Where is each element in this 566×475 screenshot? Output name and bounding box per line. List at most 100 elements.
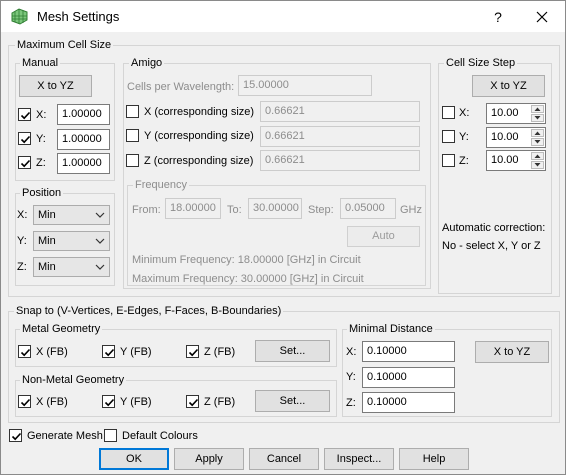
min-dist-x-label: X:	[346, 346, 357, 358]
manual-x-input[interactable]: 1.00000	[57, 104, 110, 125]
spin-up-icon[interactable]	[531, 105, 544, 113]
from-label: From:	[132, 204, 161, 216]
cells-per-wavelength-input[interactable]: 15.00000	[238, 75, 372, 96]
spin-up-icon[interactable]	[531, 152, 544, 160]
manual-x-label: X:	[36, 109, 47, 121]
metal-x-checkbox[interactable]	[18, 345, 31, 358]
auto-frequency-button[interactable]: Auto	[347, 226, 420, 247]
close-icon	[536, 11, 548, 23]
position-z-label: Z:	[17, 261, 27, 273]
to-frequency-input[interactable]: 30.00000	[248, 198, 302, 219]
title-bar: Mesh Settings ?	[1, 1, 565, 32]
metal-z-label: Z (FB)	[204, 346, 236, 358]
step-y-spinner[interactable]: 10.00	[486, 127, 546, 148]
apply-button[interactable]: Apply	[174, 448, 244, 470]
amigo-x-label: X (corresponding size)	[144, 106, 255, 118]
spinner-arrows	[531, 129, 544, 146]
spin-down-icon[interactable]	[531, 161, 544, 169]
position-x-label: X:	[17, 209, 28, 221]
chevron-down-icon	[95, 238, 105, 244]
step-z-checkbox[interactable]	[442, 154, 455, 167]
automatic-correction-text: No - select X, Y or Z	[442, 240, 541, 252]
automatic-correction-title: Automatic correction:	[442, 222, 546, 234]
cell-size-step-group	[438, 63, 552, 294]
step-z-spinner[interactable]: 10.00	[486, 150, 546, 171]
manual-y-checkbox[interactable]	[18, 132, 31, 145]
min-dist-x-to-yz-button[interactable]: X to YZ	[475, 341, 549, 363]
amigo-z-checkbox[interactable]	[126, 154, 139, 167]
maximum-frequency-text: Maximum Frequency: 30.00000 [GHz] in Cir…	[132, 273, 364, 285]
position-x-select[interactable]: Min	[33, 205, 110, 225]
minimum-frequency-text: Minimum Frequency: 18.00000 [GHz] in Cir…	[132, 254, 361, 266]
from-frequency-input[interactable]: 18.00000	[165, 198, 221, 219]
position-z-value: Min	[38, 261, 56, 273]
manual-z-input[interactable]: 1.00000	[57, 153, 110, 174]
default-colours-checkbox[interactable]	[104, 429, 117, 442]
metal-set-button[interactable]: Set...	[255, 340, 330, 362]
step-x-spinner[interactable]: 10.00	[486, 103, 546, 124]
position-y-value: Min	[38, 235, 56, 247]
amigo-y-label: Y (corresponding size)	[144, 130, 254, 142]
position-y-select[interactable]: Min	[33, 231, 110, 251]
mesh-settings-dialog: Mesh Settings ? Maximum Cell Size Manual…	[0, 0, 566, 475]
generate-mesh-label: Generate Mesh	[27, 430, 103, 442]
metal-y-checkbox[interactable]	[102, 345, 115, 358]
frequency-label: Frequency	[133, 178, 189, 192]
amigo-y-size-input[interactable]: 0.66621	[260, 126, 420, 147]
cell-size-step-label: Cell Size Step	[444, 56, 518, 70]
cancel-button[interactable]: Cancel	[249, 448, 319, 470]
manual-x-to-yz-button[interactable]: X to YZ	[19, 75, 92, 97]
position-x-value: Min	[38, 209, 56, 221]
cells-per-wavelength-label: Cells per Wavelength:	[127, 81, 235, 93]
metal-z-checkbox[interactable]	[186, 345, 199, 358]
step-z-label: Z:	[459, 155, 469, 167]
non-metal-z-checkbox[interactable]	[186, 395, 199, 408]
min-dist-z-input[interactable]: 0.10000	[362, 392, 455, 413]
chevron-down-icon	[95, 264, 105, 270]
manual-z-checkbox[interactable]	[18, 156, 31, 169]
ok-button[interactable]: OK	[99, 448, 169, 470]
position-label: Position	[20, 186, 64, 200]
manual-y-input[interactable]: 1.00000	[57, 129, 110, 150]
amigo-x-checkbox[interactable]	[126, 105, 139, 118]
min-dist-y-label: Y:	[346, 371, 356, 383]
metal-geometry-label: Metal Geometry	[20, 322, 103, 336]
amigo-y-checkbox[interactable]	[126, 129, 139, 142]
close-button[interactable]	[525, 5, 559, 29]
spin-down-icon[interactable]	[531, 114, 544, 122]
non-metal-y-checkbox[interactable]	[102, 395, 115, 408]
position-y-label: Y:	[17, 235, 27, 247]
non-metal-x-checkbox[interactable]	[18, 395, 31, 408]
help-button[interactable]: Help	[399, 448, 469, 470]
non-metal-x-label: X (FB)	[36, 396, 68, 408]
chevron-down-icon	[95, 212, 105, 218]
position-z-select[interactable]: Min	[33, 257, 110, 277]
non-metal-y-label: Y (FB)	[120, 396, 152, 408]
max-cell-size-label: Maximum Cell Size	[15, 38, 114, 52]
manual-y-label: Y:	[36, 133, 46, 145]
step-x-to-yz-button[interactable]: X to YZ	[472, 75, 545, 97]
non-metal-z-label: Z (FB)	[204, 396, 236, 408]
amigo-z-size-input[interactable]: 0.66621	[260, 150, 420, 171]
inspect-button[interactable]: Inspect...	[324, 448, 394, 470]
mesh-app-icon	[11, 8, 28, 25]
min-dist-y-input[interactable]: 0.10000	[362, 367, 455, 388]
non-metal-geometry-label: Non-Metal Geometry	[20, 373, 127, 387]
title-help-button[interactable]: ?	[481, 5, 515, 29]
metal-x-label: X (FB)	[36, 346, 68, 358]
non-metal-set-button[interactable]: Set...	[255, 390, 330, 412]
minimal-distance-label: Minimal Distance	[347, 322, 435, 336]
min-dist-x-input[interactable]: 0.10000	[362, 341, 455, 362]
spin-down-icon[interactable]	[531, 138, 544, 146]
spin-up-icon[interactable]	[531, 129, 544, 137]
step-x-value: 10.00	[491, 107, 519, 119]
step-z-value: 10.00	[491, 154, 519, 166]
amigo-x-size-input[interactable]: 0.66621	[260, 101, 420, 122]
generate-mesh-checkbox[interactable]	[9, 429, 22, 442]
step-frequency-input[interactable]: 0.05000	[340, 198, 396, 219]
step-x-checkbox[interactable]	[442, 106, 455, 119]
manual-x-checkbox[interactable]	[18, 108, 31, 121]
step-y-checkbox[interactable]	[442, 130, 455, 143]
manual-z-label: Z:	[36, 157, 46, 169]
manual-label: Manual	[20, 56, 61, 70]
